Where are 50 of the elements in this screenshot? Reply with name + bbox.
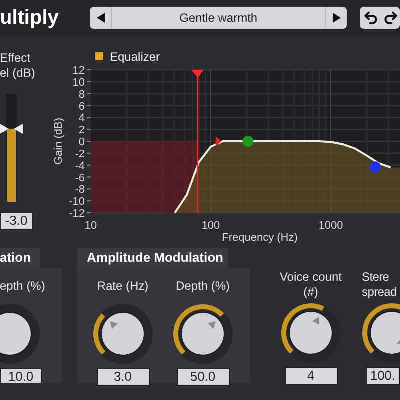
knob-label: Effect — [0, 51, 32, 66]
x-axis-title: Frequency (Hz) — [222, 232, 298, 244]
band-handle[interactable] — [242, 136, 254, 147]
value-field[interactable]: 100. — [366, 367, 400, 385]
fader-thumb-icon[interactable] — [0, 124, 23, 134]
y-tick-label: 12 — [72, 65, 85, 77]
knob-label: spread — [362, 285, 398, 300]
y-tick-label: 0 — [78, 136, 85, 148]
y-tick-label: -12 — [69, 208, 85, 220]
y-tick-label: 8 — [78, 88, 85, 101]
y-tick-label: 6 — [78, 100, 85, 113]
band-handle[interactable] — [370, 162, 381, 173]
preset-selector[interactable]: Gentle warmth — [90, 7, 347, 29]
x-tick-label: 1000 — [318, 220, 344, 232]
knob-label: Voice count — [280, 270, 342, 285]
right-triangle-icon — [332, 13, 340, 23]
knob-label: Stere — [362, 270, 390, 285]
redo-icon[interactable] — [383, 10, 399, 26]
y-axis-title: Gain (dB) — [53, 118, 65, 166]
knob[interactable] — [171, 302, 235, 366]
fader[interactable] — [0, 94, 23, 202]
x-tick-label: 10 — [84, 220, 98, 232]
value-field[interactable]: -3.0 — [0, 212, 33, 230]
frequency-cursor[interactable] — [192, 70, 204, 213]
knob-label: el (dB) — [0, 66, 36, 81]
preset-name: Gentle warmth — [178, 10, 259, 27]
value-field[interactable]: 4 — [284, 367, 338, 385]
y-tick-label: -10 — [69, 196, 85, 208]
undo-icon[interactable] — [363, 10, 379, 26]
x-tick-label: 100 — [202, 220, 220, 232]
value-field[interactable]: 3.0 — [96, 368, 150, 386]
knob-label: epth (%) — [0, 279, 46, 294]
y-tick-label: -6 — [75, 172, 85, 184]
y-tick-label: -2 — [75, 148, 85, 160]
knob[interactable] — [91, 302, 155, 366]
app-title: ultiply — [0, 8, 60, 28]
knob-label: Depth (%) — [176, 279, 230, 294]
y-tick-label: -8 — [75, 184, 85, 196]
knob-label: Rate (Hz) — [97, 279, 149, 294]
y-tick-label: 10 — [72, 76, 85, 89]
band-handle[interactable] — [216, 136, 222, 146]
knob-label: (#) — [304, 285, 318, 300]
y-tick-label: -4 — [75, 160, 85, 172]
y-tick-label: 2 — [78, 124, 85, 137]
left-triangle-icon — [96, 13, 105, 23]
knob[interactable] — [279, 301, 343, 365]
legend-label: Equalizer — [110, 50, 160, 64]
y-tick-label: 4 — [78, 112, 85, 125]
value-field[interactable]: 50.0 — [176, 368, 230, 386]
value-field[interactable]: 10.0 — [0, 368, 42, 383]
